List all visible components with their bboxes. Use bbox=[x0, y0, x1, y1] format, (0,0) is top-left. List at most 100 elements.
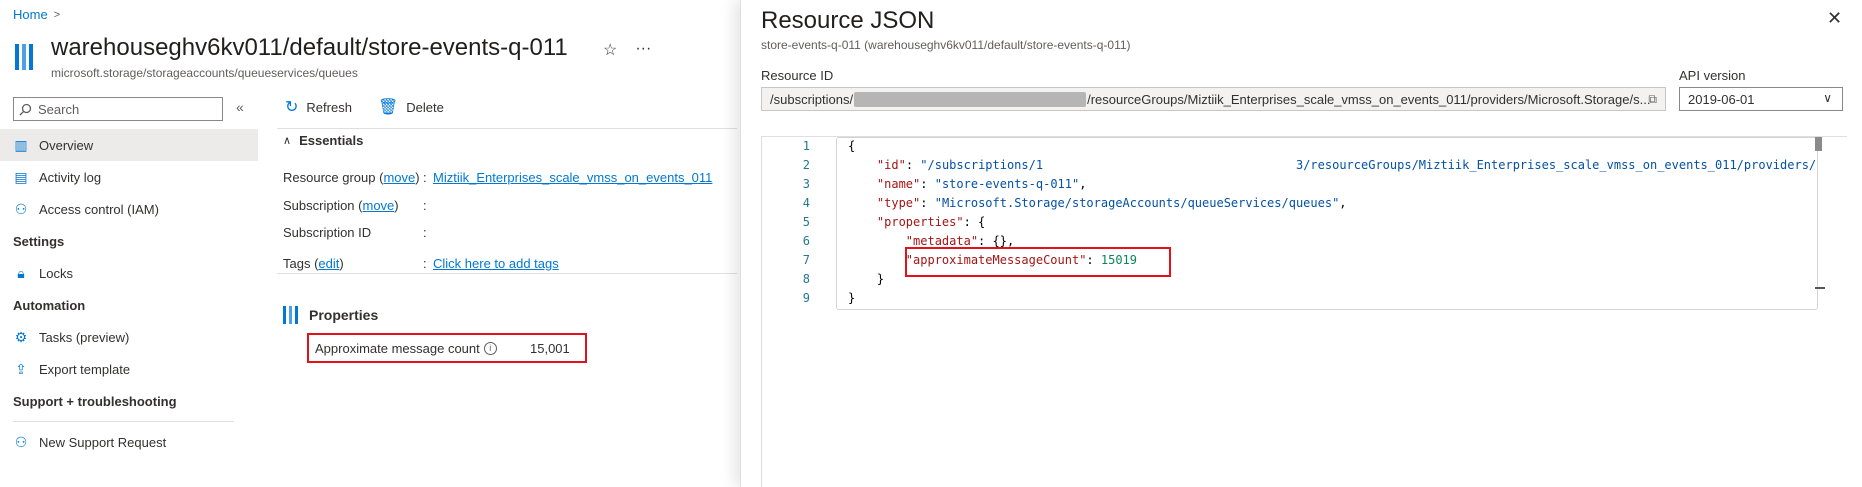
sidebar-item-iam[interactable]: ⚇ Access control (IAM) bbox=[0, 193, 258, 225]
page-title: warehouseghv6kv011/default/store-events-… bbox=[51, 34, 568, 61]
more-options-button[interactable]: ··· bbox=[635, 40, 651, 60]
trash-icon: 🗑︎ bbox=[377, 99, 399, 116]
sidebar-item-label: Locks bbox=[39, 265, 73, 281]
code-line: "type": "Microsoft.Storage/storageAccoun… bbox=[876, 196, 1347, 210]
sidebar-item-tasks[interactable]: ⚙ Tasks (preview) bbox=[0, 321, 258, 353]
delete-label: Delete bbox=[406, 99, 444, 115]
panel-title: Resource JSON bbox=[761, 7, 935, 34]
chevron-right-icon: > bbox=[53, 8, 61, 21]
move-link[interactable]: move bbox=[363, 198, 395, 213]
sidebar-item-label: New Support Request bbox=[39, 434, 167, 450]
sidebar-item-export-template[interactable]: ⇪ Export template bbox=[0, 353, 258, 385]
resource-id-prefix: /subscriptions/ bbox=[770, 91, 854, 107]
divider bbox=[277, 128, 737, 129]
separator: : bbox=[423, 225, 427, 240]
code-line: } bbox=[848, 291, 856, 305]
sidebar-item-label: Access control (IAM) bbox=[39, 201, 159, 217]
essentials-label-subscription: Subscription (move) bbox=[283, 198, 399, 213]
sidebar-item-new-support-request[interactable]: ⚇ New Support Request bbox=[0, 426, 258, 458]
refresh-icon: ↻ bbox=[285, 99, 299, 116]
close-icon[interactable]: ✕ bbox=[1827, 8, 1842, 29]
add-tags-link[interactable]: Click here to add tags bbox=[433, 256, 559, 271]
edit-tags-link[interactable]: edit bbox=[318, 256, 339, 271]
star-icon[interactable]: ☆ bbox=[603, 40, 617, 60]
properties-heading: Properties bbox=[283, 305, 378, 325]
highlight-box bbox=[905, 247, 1171, 277]
line-number: 5 bbox=[802, 215, 810, 229]
tasks-icon: ⚙ bbox=[14, 328, 28, 345]
chevron-up-icon: ∧ bbox=[283, 135, 292, 147]
refresh-button[interactable]: ↻ Refresh bbox=[285, 97, 352, 117]
export-icon: ⇪ bbox=[15, 360, 27, 377]
scrollbar-thumb[interactable] bbox=[1815, 137, 1822, 151]
code-line: { bbox=[848, 139, 856, 153]
sidebar-item-activity-log[interactable]: ▤ Activity log bbox=[0, 161, 258, 193]
command-bar: ↻ Refresh 🗑︎ Delete bbox=[285, 97, 444, 117]
essentials-label-subscription-id: Subscription ID bbox=[283, 225, 372, 240]
code-line: "id": "/subscriptions/1 3/resourceGroups… bbox=[876, 158, 1817, 172]
approx-message-count-row: Approximate message count i 15,001 bbox=[307, 333, 587, 363]
resource-id-label: Resource ID bbox=[761, 68, 834, 83]
redacted-block bbox=[854, 91, 1087, 107]
resource-json-panel: Resource JSON store-events-q-011 (wareho… bbox=[740, 0, 1862, 487]
line-number: 7 bbox=[802, 253, 810, 267]
info-icon[interactable]: i bbox=[483, 341, 497, 355]
scrollbar-marker bbox=[1815, 287, 1825, 289]
line-number: 8 bbox=[802, 272, 810, 286]
essentials-toggle[interactable]: ∧ Essentials bbox=[283, 133, 363, 148]
divider bbox=[277, 273, 737, 274]
line-number-gutter: 1 2 3 4 5 6 7 8 9 bbox=[762, 137, 818, 308]
line-number: 1 bbox=[802, 139, 810, 153]
sidebar-item-overview[interactable]: ▥ Overview bbox=[0, 129, 258, 161]
page-subtitle: microsoft.storage/storageaccounts/queues… bbox=[51, 66, 358, 80]
sidebar-item-locks[interactable]: 🔒︎ Locks bbox=[0, 257, 258, 289]
queue-properties-icon bbox=[283, 306, 298, 324]
title-actions: ☆ ··· bbox=[603, 40, 651, 60]
sidebar-item-label: Activity log bbox=[39, 169, 102, 185]
move-link[interactable]: move bbox=[383, 170, 415, 185]
sidebar-nav: ▥ Overview ▤ Activity log ⚇ Access contr… bbox=[0, 129, 258, 458]
api-version-value: 2019-06-01 bbox=[1688, 91, 1755, 107]
collapse-sidebar-icon[interactable]: « bbox=[236, 99, 244, 115]
refresh-label: Refresh bbox=[306, 99, 352, 115]
lock-icon: 🔒︎ bbox=[17, 264, 25, 281]
approx-message-count-label: Approximate message count bbox=[315, 340, 480, 356]
search-input[interactable]: Search bbox=[13, 97, 223, 121]
line-number: 4 bbox=[802, 196, 810, 210]
json-editor[interactable]: 1 2 3 4 5 6 7 8 9 { "id": "/subscription… bbox=[761, 136, 1847, 487]
line-number: 2 bbox=[802, 158, 810, 172]
panel-subtitle: store-events-q-011 (warehouseghv6kv011/d… bbox=[761, 38, 1131, 52]
breadcrumb-home-link[interactable]: Home bbox=[13, 7, 48, 22]
separator: : bbox=[423, 256, 427, 271]
api-version-select[interactable]: 2019-06-01 ∨ bbox=[1679, 87, 1843, 111]
approx-message-count-value: 15,001 bbox=[530, 340, 570, 356]
line-number: 3 bbox=[802, 177, 810, 191]
code-line: "properties": { bbox=[876, 215, 986, 229]
resource-group-link[interactable]: Miztiik_Enterprises_scale_vmss_on_events… bbox=[433, 170, 712, 185]
line-number: 9 bbox=[802, 291, 810, 305]
sidebar-section-settings: Settings bbox=[13, 233, 65, 249]
activity-log-icon: ▤ bbox=[14, 168, 28, 185]
iam-icon: ⚇ bbox=[14, 200, 28, 217]
breadcrumb: Home > bbox=[13, 7, 60, 22]
sidebar-item-label: Export template bbox=[39, 361, 131, 377]
delete-button[interactable]: 🗑︎ Delete bbox=[378, 97, 444, 117]
copy-icon[interactable]: ⧉ bbox=[1648, 92, 1657, 107]
sidebar-divider bbox=[13, 421, 234, 422]
sidebar-item-label: Tasks (preview) bbox=[39, 329, 130, 345]
separator: : bbox=[423, 198, 427, 213]
sidebar-section-support: Support + troubleshooting bbox=[13, 393, 177, 409]
api-version-label: API version bbox=[1679, 68, 1746, 83]
essentials-label-tags: Tags (edit) bbox=[283, 256, 344, 271]
resource-id-suffix: /resourceGroups/Miztiik_Enterprises_scal… bbox=[1087, 91, 1651, 107]
line-number: 6 bbox=[802, 234, 810, 248]
queue-resource-icon bbox=[15, 44, 33, 70]
essentials-heading: Essentials bbox=[299, 133, 364, 148]
chevron-down-icon: ∨ bbox=[1823, 91, 1832, 105]
essentials-label-resource-group: Resource group (move) bbox=[283, 170, 420, 185]
sidebar-item-label: Overview bbox=[39, 137, 94, 153]
sidebar-section-automation: Automation bbox=[13, 297, 86, 313]
resource-id-field[interactable]: /subscriptions/ /resourceGroups/Miztiik_… bbox=[761, 87, 1666, 111]
overview-icon: ▥ bbox=[14, 136, 28, 153]
search-placeholder: Search bbox=[38, 101, 80, 117]
